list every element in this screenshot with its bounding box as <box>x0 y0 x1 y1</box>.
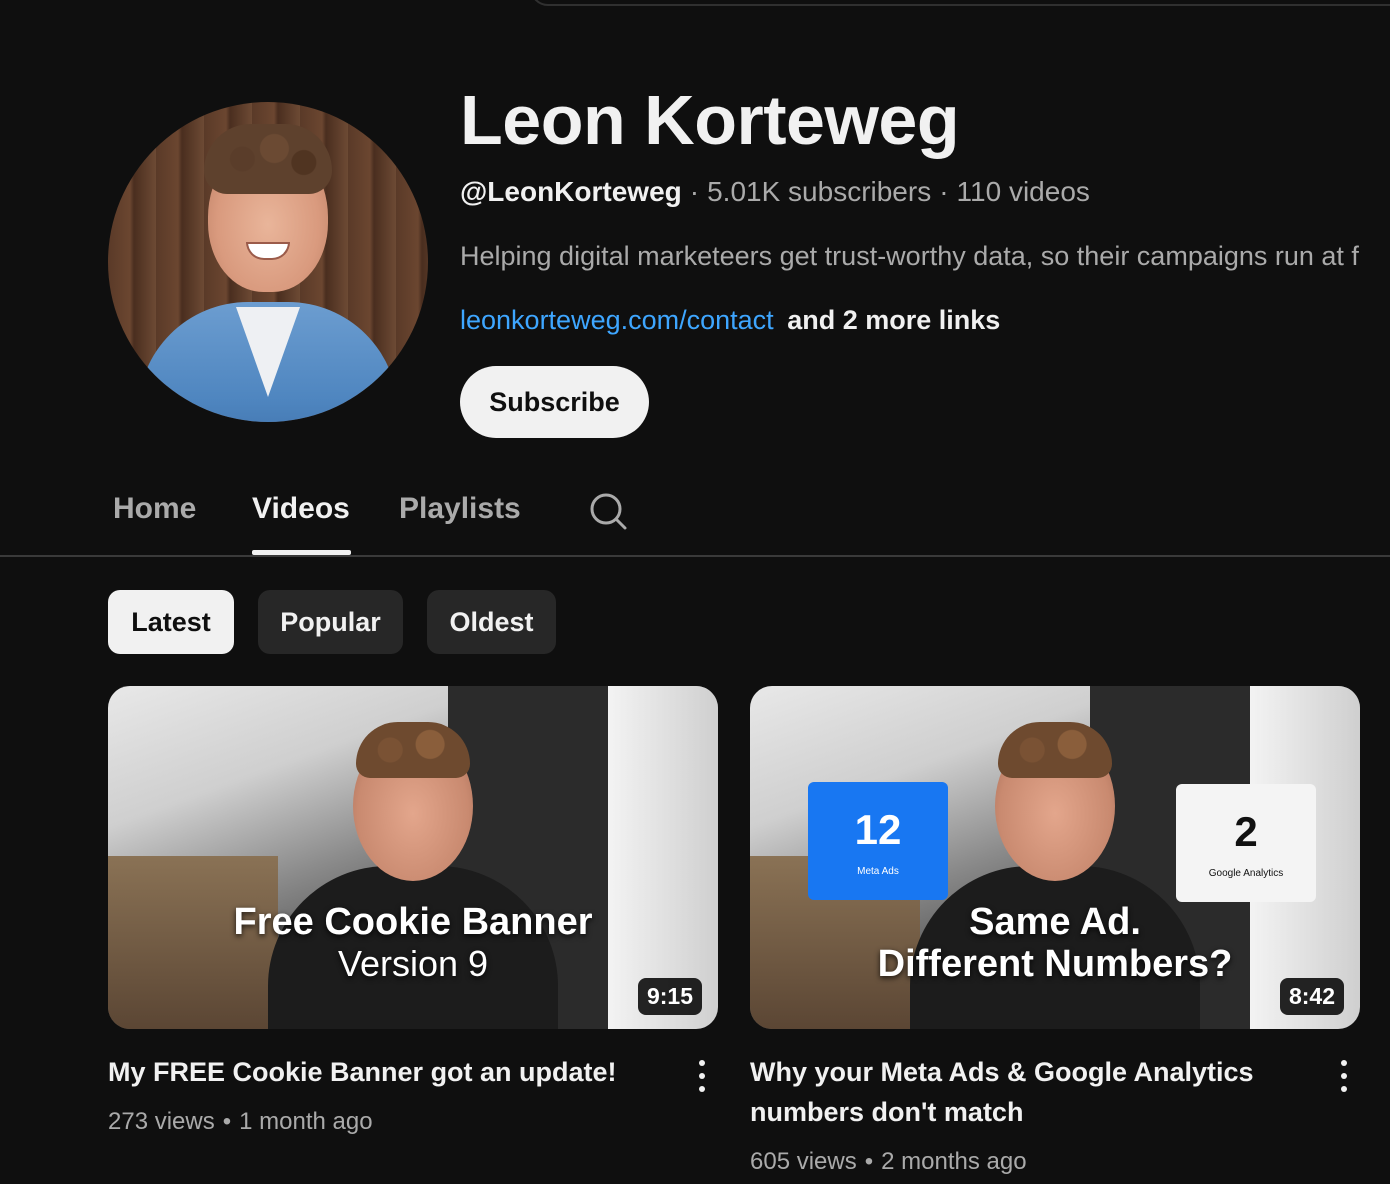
tab-home[interactable]: Home <box>113 492 196 526</box>
google-analytics-card: 2 Google Analytics <box>1176 784 1316 902</box>
avatar-hair <box>204 124 332 194</box>
video-thumbnail[interactable]: 12 Meta Ads 2 Google Analytics Same Ad. … <box>750 686 1360 1029</box>
tab-videos[interactable]: Videos <box>252 492 350 526</box>
video-title[interactable]: Why your Meta Ads & Google Analytics num… <box>750 1052 1290 1132</box>
thumb-person <box>356 722 470 778</box>
google-analytics-number: 2 <box>1234 807 1258 855</box>
video-duration: 8:42 <box>1279 978 1344 1015</box>
google-analytics-label: Google Analytics <box>1208 867 1284 879</box>
upload-age: 2 months ago <box>881 1148 1027 1175</box>
view-count: 605 views <box>750 1148 857 1175</box>
subscribe-button[interactable]: Subscribe <box>460 366 649 438</box>
view-count: 273 views <box>108 1108 215 1135</box>
thumb-title-line1: Free Cookie Banner <box>233 901 593 943</box>
chip-oldest[interactable]: Oldest <box>427 590 556 654</box>
thumb-title-line1: Same Ad. <box>969 901 1141 943</box>
more-links[interactable]: and 2 more links <box>787 305 1000 335</box>
subscriber-count: 5.01K subscribers <box>707 176 932 207</box>
meta-separator: · <box>939 176 949 207</box>
channel-handle: @LeonKorteweg <box>460 176 682 207</box>
active-tab-indicator <box>252 550 351 555</box>
search-icon[interactable] <box>588 491 628 531</box>
meta-ads-number: 12 <box>854 805 902 853</box>
video-meta: 605 views • 2 months ago <box>750 1148 1027 1176</box>
channel-link[interactable]: leonkorteweg.com/contact <box>460 305 774 335</box>
channel-tabs: Home Videos Playlists <box>0 470 1390 557</box>
channel-name: Leon Korteweg <box>460 81 960 159</box>
thumb-title-line2: Different Numbers? <box>877 943 1233 985</box>
more-vert-icon[interactable] <box>692 1056 712 1096</box>
video-duration: 9:15 <box>637 978 702 1015</box>
meta-ads-label: Meta Ads <box>857 865 899 877</box>
thumb-title-line2: Version 9 <box>337 943 489 984</box>
channel-description[interactable]: Helping digital marketeers get trust-wor… <box>460 241 1390 272</box>
video-meta: 273 views • 1 month ago <box>108 1108 373 1136</box>
video-thumbnail[interactable]: Free Cookie Banner Version 9 9:15 <box>108 686 718 1029</box>
upload-age: 1 month ago <box>239 1108 373 1135</box>
top-search-bar-edge[interactable] <box>530 0 1390 6</box>
tab-playlists[interactable]: Playlists <box>399 492 521 526</box>
chip-latest[interactable]: Latest <box>108 590 234 654</box>
channel-links: leonkorteweg.com/contact and 2 more link… <box>460 305 1000 336</box>
meta-dot: • <box>222 1108 232 1135</box>
channel-meta: @LeonKorteweg · 5.01K subscribers · 110 vide… <box>460 176 1090 208</box>
more-vert-icon[interactable] <box>1334 1056 1354 1096</box>
video-count: 110 videos <box>956 176 1090 207</box>
meta-separator: · <box>689 176 700 207</box>
chip-popular[interactable]: Popular <box>258 590 403 654</box>
channel-avatar[interactable] <box>108 102 428 422</box>
meta-ads-card: 12 Meta Ads <box>808 782 948 900</box>
video-title[interactable]: My FREE Cookie Banner got an update! <box>108 1052 648 1092</box>
thumb-person <box>998 722 1112 778</box>
meta-dot: • <box>864 1148 874 1175</box>
